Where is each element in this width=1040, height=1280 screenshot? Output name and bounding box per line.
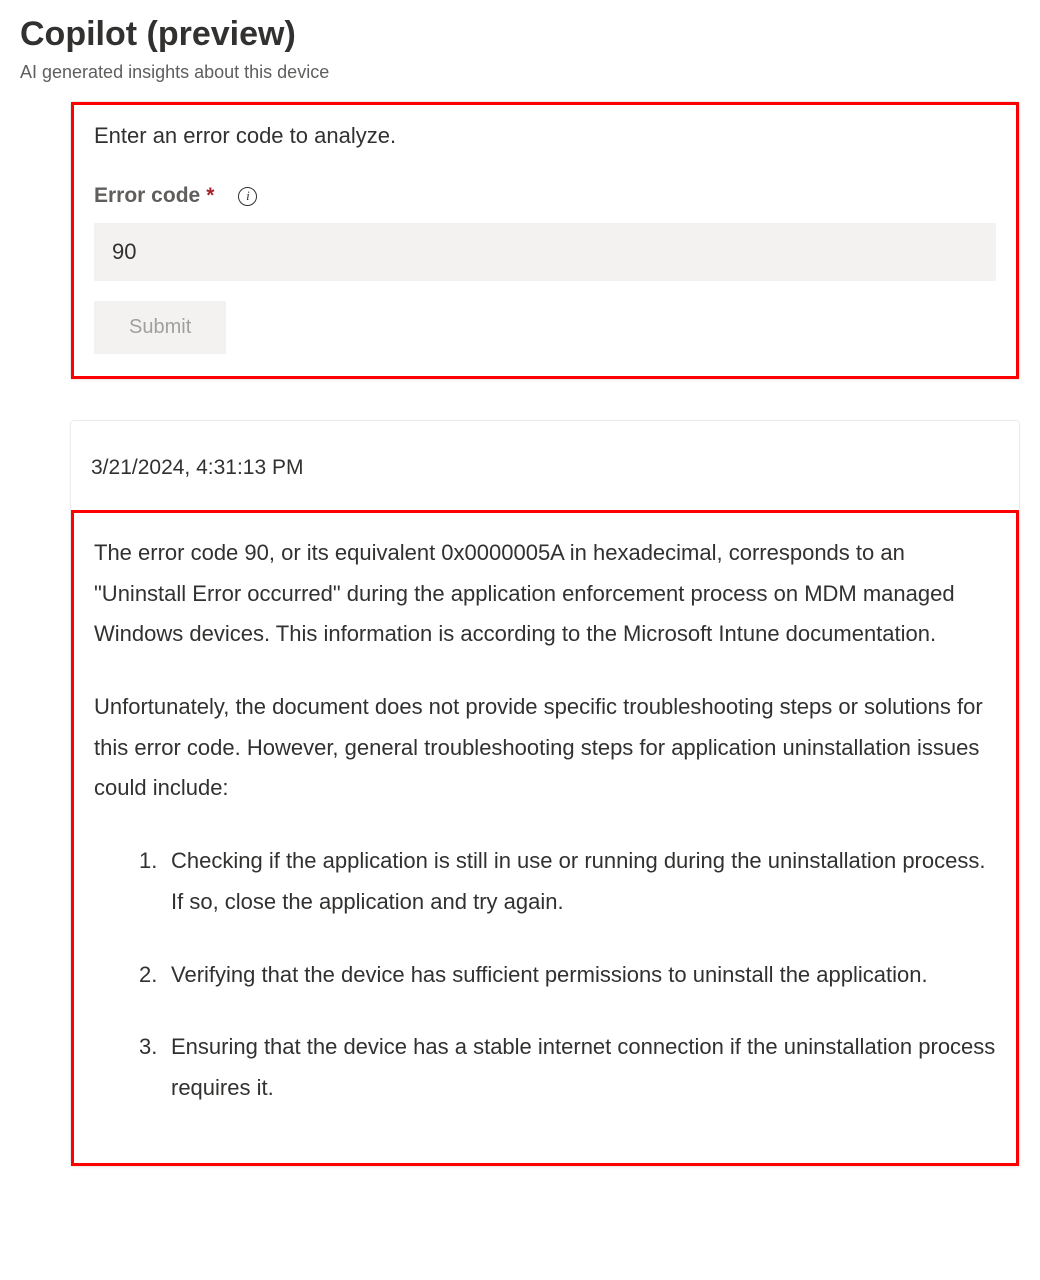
page-title: Copilot (preview) xyxy=(20,15,1020,54)
page-subtitle: AI generated insights about this device xyxy=(20,62,1020,83)
error-code-label: Error code xyxy=(94,184,200,208)
response-paragraph-2: Unfortunately, the document does not pro… xyxy=(94,687,996,809)
response-timestamp: 3/21/2024, 4:31:13 PM xyxy=(71,456,1019,480)
input-card: Enter an error code to analyze. Error co… xyxy=(70,101,1020,380)
info-icon[interactable]: i xyxy=(238,187,257,206)
field-label-row: Error code * i xyxy=(94,184,996,208)
response-card: 3/21/2024, 4:31:13 PM The error code 90,… xyxy=(70,420,1020,1167)
input-card-highlight: Enter an error code to analyze. Error co… xyxy=(71,102,1019,379)
list-item: Checking if the application is still in … xyxy=(139,841,996,922)
response-highlight: The error code 90, or its equivalent 0x0… xyxy=(71,510,1019,1166)
response-list: Checking if the application is still in … xyxy=(94,841,996,1108)
required-asterisk: * xyxy=(206,184,214,208)
list-item: Verifying that the device has sufficient… xyxy=(139,955,996,996)
response-paragraph-1: The error code 90, or its equivalent 0x0… xyxy=(94,533,996,655)
submit-button[interactable]: Submit xyxy=(94,301,226,354)
list-item: Ensuring that the device has a stable in… xyxy=(139,1027,996,1108)
prompt-text: Enter an error code to analyze. xyxy=(94,123,996,149)
error-code-input[interactable] xyxy=(94,223,996,281)
